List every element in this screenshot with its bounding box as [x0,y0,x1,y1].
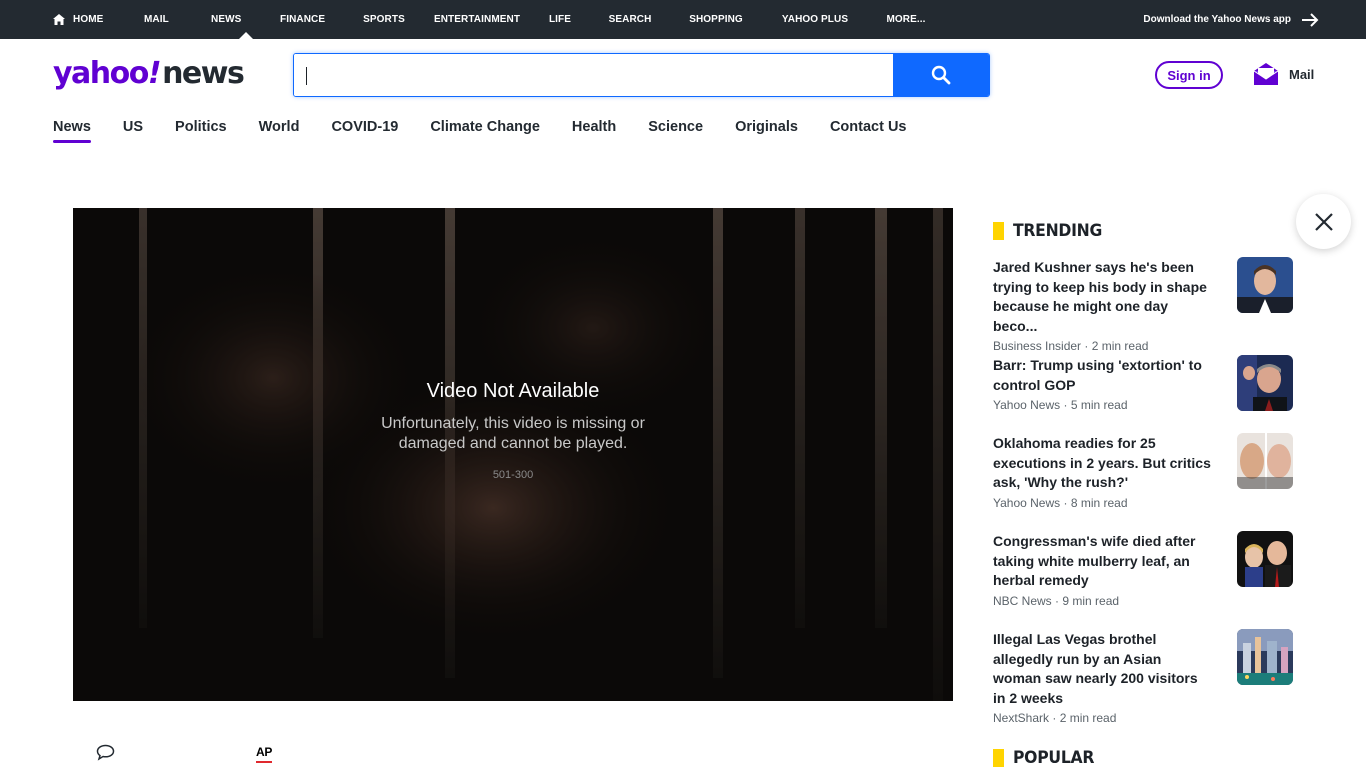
topnav-yahoo-plus-label: Yahoo Plus [781,14,849,25]
trending-item[interactable]: Barr: Trump using 'extortion' to control… [993,355,1293,412]
mail-link[interactable]: Mail [1253,62,1314,86]
heading-accent-bar [993,749,1004,767]
text-caret [306,67,307,85]
subnav-originals[interactable]: Originals [735,116,798,138]
trending-item-thumbnail[interactable] [1237,433,1293,489]
topnav-shopping[interactable]: Shopping [670,0,762,39]
mail-label: Mail [1289,66,1315,82]
trending-item-thumbnail[interactable] [1237,629,1293,685]
trending-item-source: NBC News [993,593,1052,608]
home-icon [53,14,65,25]
close-icon [1314,212,1333,231]
popular-heading-label: POPULAR [1013,748,1095,768]
popular-heading: POPULAR [993,748,1101,768]
trending-item-thumbnail[interactable] [1237,531,1293,587]
subnav-climate-change[interactable]: Climate Change [430,116,540,138]
subnav-science[interactable]: Science [648,116,703,138]
topnav-entertainment-label: Entertainment [433,14,521,25]
download-app-label: Download the Yahoo News app [1143,14,1291,25]
topnav-news-label: News [211,14,242,25]
arrow-right-icon [1302,12,1319,27]
trending-item[interactable]: Illegal Las Vegas brothel allegedly run … [993,629,1293,725]
trending-item[interactable]: Congressman's wife died after taking whi… [993,531,1293,608]
topnav-more[interactable]: More... [868,0,944,39]
top-nav: Home Mail News Finance Sports Entertainm… [53,0,944,39]
trending-item-thumbnail[interactable] [1237,257,1293,313]
topnav-more-label: More... [886,14,926,25]
subnav-covid-19[interactable]: COVID-19 [331,116,398,138]
topnav-finance[interactable]: Finance [280,0,344,39]
subnav-contact-us[interactable]: Contact Us [830,116,907,138]
trending-item-thumbnail[interactable] [1237,355,1293,411]
trending-item[interactable]: Oklahoma readies for 25 executions in 2 … [993,433,1293,510]
trending-item-meta: Yahoo News · 8 min read [993,495,1128,510]
topnav-sports-label: Sports [363,14,405,25]
news-section-nav: News US Politics World COVID-19 Climate … [53,116,938,146]
topnav-entertainment[interactable]: Entertainment [424,0,530,39]
video-player[interactable]: Video Not Available Unfortunately, this … [73,208,953,701]
topnav-finance-label: Finance [280,14,326,25]
download-app-link[interactable]: Download the Yahoo News app [1143,0,1319,39]
trending-heading-label: TRENDING [1013,221,1103,241]
topnav-shopping-label: Shopping [689,14,743,25]
trending-item-read-time: 9 min read [1062,593,1120,608]
trending-item-title[interactable]: Barr: Trump using 'extortion' to control… [993,356,1213,395]
trending-item-source: Yahoo News [993,398,1061,412]
topnav-mail[interactable]: Mail [144,0,211,39]
video-error-line-1: Unfortunately, this video is missing or [381,415,645,432]
video-error-message: Unfortunately, this video is missing or … [73,414,953,454]
topnav-sports[interactable]: Sports [344,0,424,39]
trending-item-title[interactable]: Jared Kushner says he's been trying to k… [993,258,1213,336]
video-error-title: Video Not Available [426,380,600,402]
close-button[interactable] [1296,194,1351,249]
subnav-us[interactable]: US [123,116,143,138]
video-error-overlay [73,208,953,701]
trending-heading: TRENDING [993,221,1110,241]
trending-item-title[interactable]: Oklahoma readies for 25 executions in 2 … [993,434,1213,493]
search-button[interactable] [893,54,989,96]
video-error-code: 501-300 [492,469,534,481]
subnav-health[interactable]: Health [572,116,616,138]
topnav-search-label: Search [608,14,652,25]
sign-in-label: Sign in [1167,67,1211,83]
trending-item-title[interactable]: Congressman's wife died after taking whi… [993,532,1213,591]
subnav-world[interactable]: World [259,116,300,138]
trending-item-source: Yahoo News [993,495,1061,510]
topnav-search[interactable]: Search [590,0,670,39]
logo-bang-text: ! [147,56,162,91]
subnav-politics[interactable]: Politics [175,116,227,138]
subnav-news[interactable]: News [53,116,91,143]
trending-item-title[interactable]: Illegal Las Vegas brothel allegedly run … [993,630,1213,708]
search-input[interactable] [294,54,893,96]
heading-accent-bar [993,222,1004,240]
mail-envelope-icon [1253,63,1279,85]
comment-icon[interactable] [96,744,115,761]
trending-item-source: NextShark [993,711,1050,725]
topnav-news[interactable]: News [211,0,280,39]
logo-yahoo-text: yahoo [53,56,149,91]
trending-item-source: Business Insider [993,339,1082,353]
topnav-home[interactable]: Home [53,0,144,39]
video-error-line-2: damaged and cannot be played. [398,435,628,452]
trending-item-read-time: 2 min read [1059,711,1117,725]
ap-source-logo: AP [256,745,272,763]
trending-item-read-time: 8 min read [1070,495,1128,510]
trending-item-meta: NBC News · 9 min read [993,593,1120,608]
trending-item-read-time: 2 min read [1091,339,1149,353]
topnav-home-label: Home [73,14,104,25]
yahoo-news-logo[interactable]: yahoo! news [53,56,245,92]
search-icon [931,65,951,85]
topnav-life[interactable]: Life [530,0,590,39]
logo-news-text: news [162,56,245,91]
topnav-mail-label: Mail [144,14,169,25]
search-box [293,53,990,97]
topnav-life-label: Life [548,14,572,25]
trending-item-meta: Business Insider · 2 min read [993,339,1149,353]
top-navigation-bar: Home Mail News Finance Sports Entertainm… [0,0,1366,39]
topnav-yahoo-plus[interactable]: Yahoo Plus [762,0,868,39]
trending-item-meta: NextShark · 2 min read [993,711,1117,725]
sign-in-button[interactable]: Sign in [1155,61,1223,89]
trending-item[interactable]: Jared Kushner says he's been trying to k… [993,257,1293,353]
trending-item-read-time: 5 min read [1070,398,1128,412]
